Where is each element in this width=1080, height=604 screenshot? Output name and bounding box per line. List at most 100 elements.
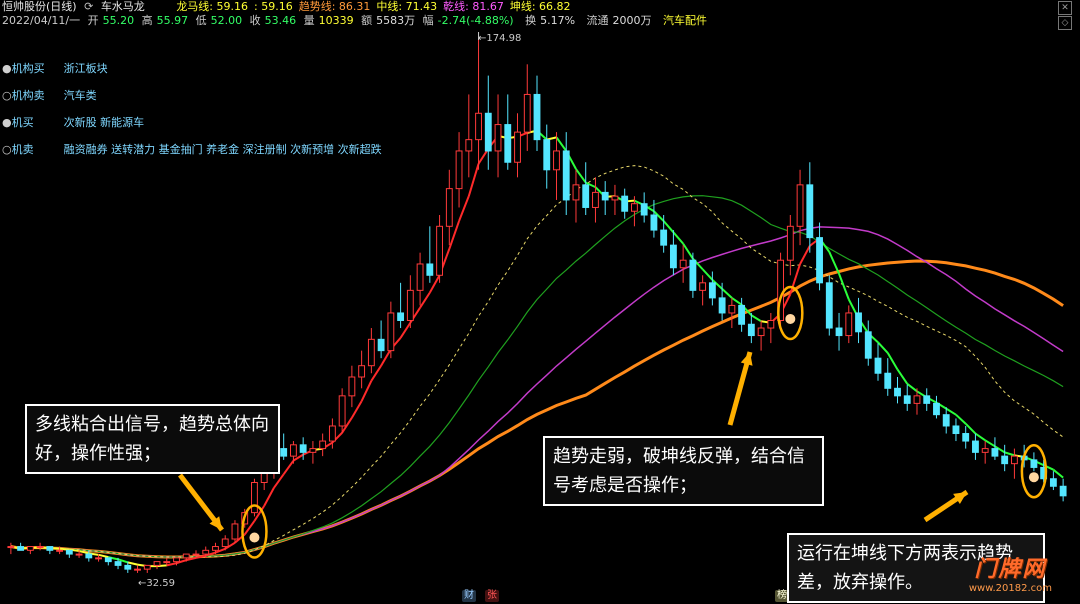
low-label: 低 52.00 xyxy=(195,14,243,27)
kline-chart[interactable] xyxy=(0,0,1080,604)
candle-body xyxy=(718,297,726,314)
sector-label[interactable]: 汽车配件 xyxy=(663,14,707,27)
finance-mark[interactable]: 财 xyxy=(462,590,476,602)
float-label: 流通 2000万 xyxy=(586,14,652,27)
candle-body xyxy=(465,139,473,152)
candle-body xyxy=(143,564,151,570)
qian-line xyxy=(10,226,1064,558)
chevron-up-icon[interactable]: ◇ xyxy=(1058,16,1072,30)
stock-title[interactable]: 恒帅股份(日线) xyxy=(2,0,77,13)
longma-line-segment xyxy=(955,413,967,425)
candle-body xyxy=(523,93,531,133)
tag-row[interactable]: ○机卖 融资融券 送转潜力 基金抽门 养老金 深注册制 次新预增 次新超跌 xyxy=(2,143,382,157)
candle-body xyxy=(416,263,424,291)
candle-body xyxy=(972,440,979,453)
candle-body xyxy=(572,184,580,201)
longma-line-segment xyxy=(886,352,899,370)
candle-body xyxy=(436,225,443,276)
candle-body xyxy=(406,289,414,321)
candle-body xyxy=(514,131,521,163)
tag-value: 融资融券 送转潜力 基金抽门 养老金 深注册制 次新预增 次新超跌 xyxy=(63,143,382,156)
candle-body xyxy=(309,448,317,453)
candle-body xyxy=(699,282,707,291)
candle-body xyxy=(163,561,171,564)
candle-body xyxy=(299,444,307,453)
candle-body xyxy=(835,327,843,337)
candle-body xyxy=(289,444,297,457)
candle-body xyxy=(553,150,560,171)
longma-line-segment xyxy=(370,365,382,382)
tag-row[interactable]: ●机买 次新股 新能源车 xyxy=(2,116,144,130)
candle-body xyxy=(913,395,921,404)
candle-body xyxy=(942,414,950,427)
longma-line-segment xyxy=(906,382,918,393)
longma-line-segment xyxy=(399,322,412,339)
candle-body xyxy=(65,549,73,555)
longma-line-segment xyxy=(799,245,811,265)
candle-body xyxy=(767,319,775,329)
candle-body xyxy=(1001,455,1009,465)
chart-stage[interactable] xyxy=(0,0,1080,604)
tag-bullet: ○ xyxy=(2,89,12,102)
candle-body xyxy=(484,112,492,152)
high-label: 高 55.97 xyxy=(141,14,189,27)
candle-body xyxy=(845,312,853,337)
tag-row[interactable]: ○机构卖 汽车类 xyxy=(2,89,97,103)
candle-body xyxy=(894,387,901,397)
longma-line-segment xyxy=(467,163,480,197)
longma-line-segment xyxy=(428,274,441,294)
tag-value: 浙江板块 xyxy=(63,62,108,75)
tag-label: 机卖 xyxy=(11,143,34,156)
longma-line-segment xyxy=(360,380,373,402)
candle-body xyxy=(708,282,716,299)
candle-body xyxy=(874,357,882,374)
tag-bullet: ● xyxy=(2,62,12,75)
candle-body xyxy=(864,331,872,359)
longma-line-segment xyxy=(974,432,986,442)
candle-body xyxy=(182,553,190,559)
candle-body xyxy=(728,304,736,314)
longma-line-segment xyxy=(380,348,392,367)
indicator-value: 趋势线: 86.31 xyxy=(298,0,371,13)
candle-body xyxy=(582,184,590,208)
candle-body xyxy=(475,112,482,141)
longma-line-segment xyxy=(351,400,363,419)
candle-body xyxy=(884,372,892,389)
candle-body xyxy=(757,327,765,337)
candle-body xyxy=(153,561,161,566)
candle-body xyxy=(962,433,970,442)
candle-body xyxy=(338,395,346,427)
candle-body xyxy=(95,557,102,560)
candle-body xyxy=(36,546,44,549)
candle-body xyxy=(903,395,911,404)
candle-body xyxy=(533,93,541,141)
candle-body xyxy=(26,546,34,551)
candle-body xyxy=(816,237,823,284)
candle-body xyxy=(786,225,794,261)
tag-label: 机构卖 xyxy=(11,89,45,102)
longma-line-segment xyxy=(263,487,275,507)
candle-body xyxy=(445,188,453,227)
longma-line-segment xyxy=(98,553,109,559)
candle-body xyxy=(933,402,940,416)
indicator-values: 龙马线: 59.16: 59.16 趋势线: 86.31 中线: 71.43 乾线: … xyxy=(176,0,576,13)
amount-label: 额 5583万 xyxy=(361,14,416,27)
candle-body xyxy=(621,195,629,212)
candle-body xyxy=(192,553,200,556)
candle-body xyxy=(46,546,54,551)
tag-row[interactable]: ●机构买 浙江板块 xyxy=(2,62,108,76)
rise-mark[interactable]: 张 xyxy=(485,590,499,602)
candle-body xyxy=(1059,485,1067,497)
candle-body xyxy=(1010,455,1018,465)
candle-body xyxy=(212,546,219,551)
turnover-label: 换 5.17% xyxy=(525,14,576,27)
candle-body xyxy=(426,263,434,276)
indicator-name[interactable]: 车水马龙 xyxy=(101,0,145,13)
refresh-icon[interactable]: ⟳ xyxy=(84,0,93,13)
longma-line-segment xyxy=(59,547,70,551)
candle-body xyxy=(114,561,122,566)
candle-body xyxy=(650,214,658,231)
close-icon[interactable]: ✕ xyxy=(1058,1,1072,15)
indicator-value: 中线: 71.43 xyxy=(376,0,438,13)
longma-line-segment xyxy=(419,292,431,309)
